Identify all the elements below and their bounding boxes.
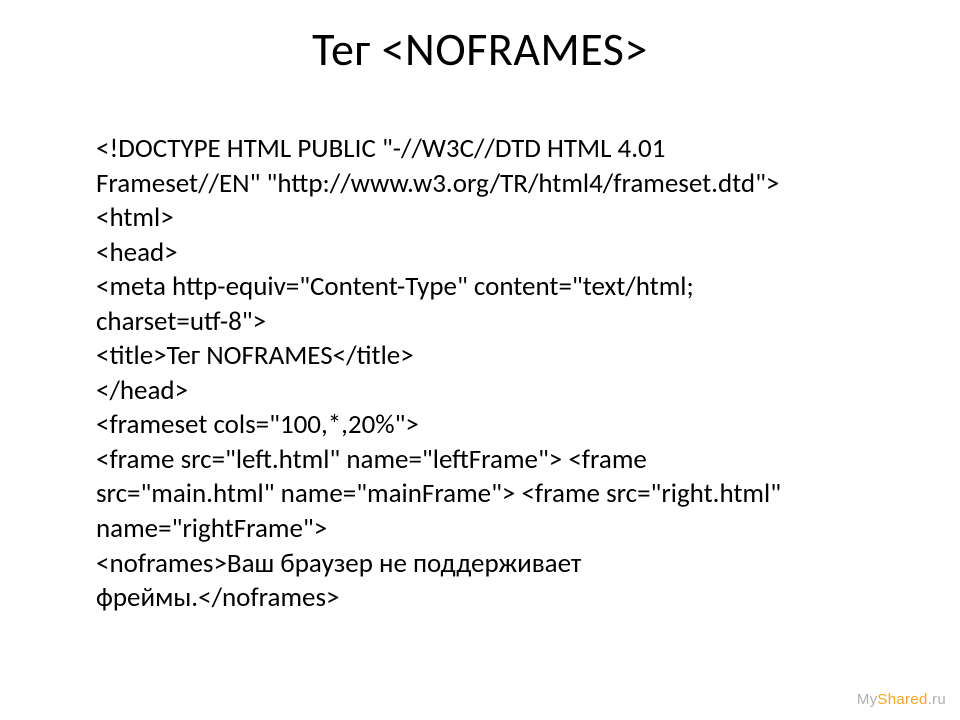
code-line: <frame src="left.html" name="leftFrame">…	[96, 443, 866, 478]
code-line: Frameset//EN" "http://www.w3.org/TR/html…	[96, 167, 866, 202]
code-line: <!DOCTYPE HTML PUBLIC "-//W3C//DTD HTML …	[96, 132, 866, 167]
watermark-part: My	[857, 691, 878, 708]
code-line: <html>	[96, 201, 866, 236]
code-line: <head>	[96, 236, 866, 271]
code-line: </head>	[96, 374, 866, 409]
code-line: фреймы.</noframes>	[96, 581, 866, 616]
slide-title: Тег <NOFRAMES>	[0, 22, 960, 78]
watermark-part: .ru	[928, 691, 946, 708]
code-line: <title>Тег NOFRAMES</title>	[96, 339, 866, 374]
code-line: name="rightFrame">	[96, 512, 866, 547]
code-block: <!DOCTYPE HTML PUBLIC "-//W3C//DTD HTML …	[96, 132, 866, 616]
code-line: <noframes>Ваш браузер не поддерживает	[96, 547, 866, 582]
code-line: <frameset cols="100,*,20%">	[96, 408, 866, 443]
code-line: src="main.html" name="mainFrame"> <frame…	[96, 477, 866, 512]
code-line: charset=utf-8">	[96, 305, 866, 340]
watermark-part: Shared	[877, 691, 927, 708]
watermark: MyShared.ru	[857, 691, 946, 708]
code-line: <meta http-equiv="Content-Type" content=…	[96, 270, 866, 305]
